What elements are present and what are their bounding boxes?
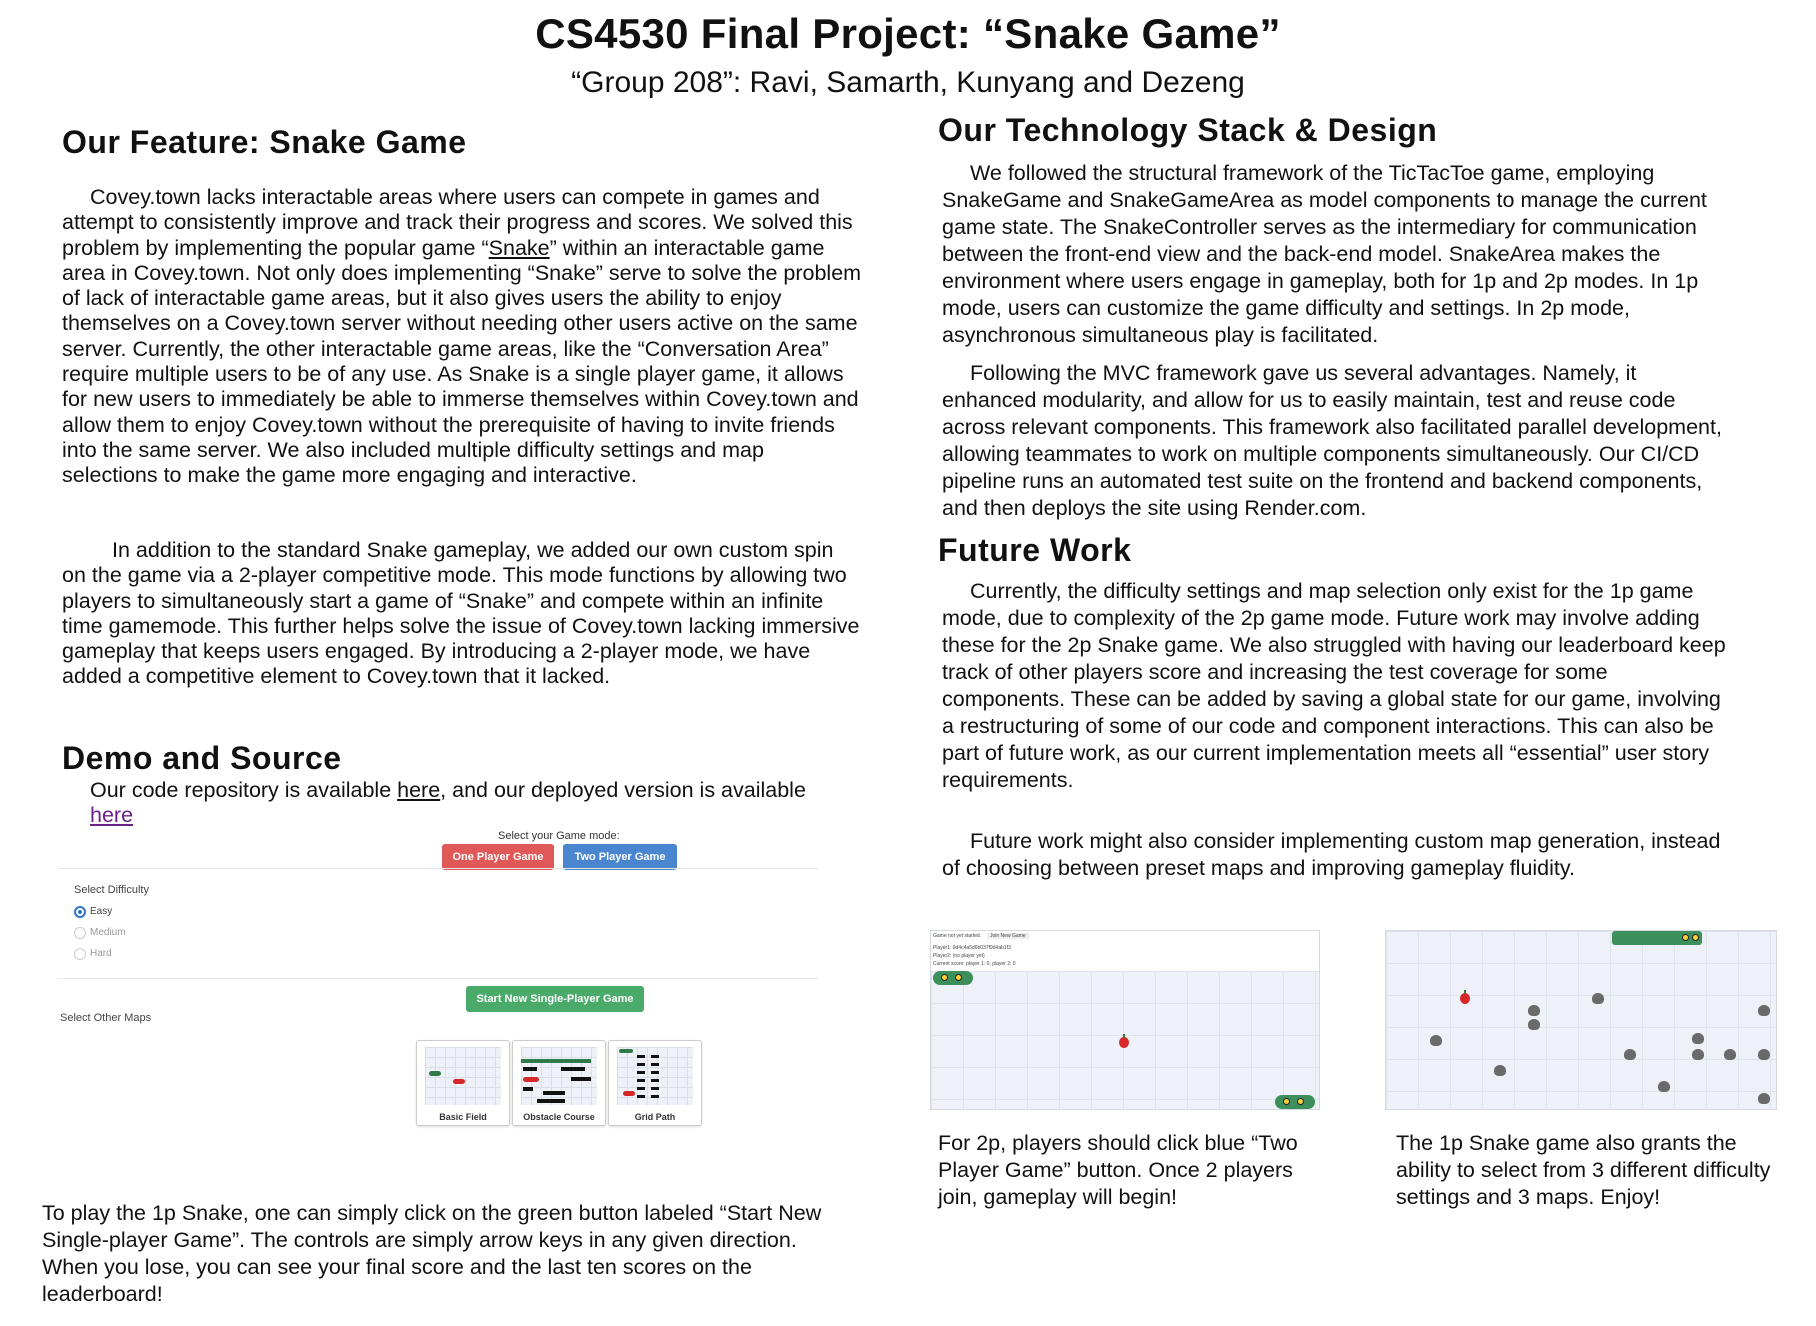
- map-label: Basic Field: [439, 1112, 487, 1122]
- two-player-caption: For 2p, players should click blue “Two P…: [938, 1131, 1298, 1209]
- divider: [58, 868, 818, 869]
- rock-icon: [1624, 1049, 1636, 1060]
- difficulty-medium-label: Medium: [90, 927, 126, 938]
- map-obstacle-course[interactable]: Obstacle Course: [512, 1040, 606, 1126]
- demo-heading: Demo and Source: [62, 740, 342, 776]
- game-status-text: Game not yet started.: [933, 933, 982, 939]
- map-grid-path[interactable]: Grid Path: [608, 1040, 702, 1126]
- snake-link[interactable]: Snake: [489, 236, 550, 260]
- map-label: Obstacle Course: [523, 1112, 595, 1122]
- game-board: [931, 971, 1319, 1109]
- game-mode-label: Select your Game mode:: [498, 830, 620, 842]
- rock-icon: [1528, 1005, 1540, 1016]
- apple-icon: [1119, 1034, 1129, 1048]
- rock-icon: [1692, 1033, 1704, 1044]
- feature-heading: Our Feature: Snake Game: [62, 124, 467, 160]
- bottom-left-paragraph: To play the 1p Snake, one can simply cli…: [42, 1201, 822, 1306]
- game-setup-screenshot: Select your Game mode: One Player Game T…: [58, 822, 818, 1142]
- feature-paragraph-2: In addition to the standard Snake gamepl…: [62, 538, 860, 689]
- one-player-caption: The 1p Snake game also grants the abilit…: [1396, 1131, 1771, 1209]
- difficulty-hard-label: Hard: [90, 948, 112, 959]
- player1-text: Player1: 9d4c4a5d6b037f9d4ab1f3: [933, 945, 1011, 951]
- rock-icon: [1758, 1049, 1770, 1060]
- rock-icon: [1592, 993, 1604, 1004]
- rock-icon: [1430, 1035, 1442, 1046]
- rock-icon: [1692, 1049, 1704, 1060]
- rock-icon: [1758, 1093, 1770, 1104]
- difficulty-easy-radio[interactable]: [74, 906, 86, 918]
- rock-icon: [1724, 1049, 1736, 1060]
- feature-paragraph-1: Covey.town lacks interactable areas wher…: [62, 185, 862, 488]
- map-thumbnail: [617, 1047, 693, 1105]
- map-basic-field[interactable]: Basic Field: [416, 1040, 510, 1126]
- map-thumbnail: [521, 1047, 597, 1105]
- rock-icon: [1658, 1081, 1670, 1092]
- select-maps-label: Select Other Maps: [60, 1012, 152, 1024]
- future-paragraph-2: Future work might also consider implemen…: [942, 829, 1721, 880]
- rock-icon: [1528, 1019, 1540, 1030]
- future-heading: Future Work: [938, 532, 1132, 568]
- poster-title: CS4530 Final Project: “Snake Game”: [535, 10, 1281, 57]
- map-thumbnail: [425, 1047, 501, 1105]
- rock-icon: [1494, 1065, 1506, 1076]
- apple-icon: [1460, 990, 1470, 1004]
- rock-icon: [1758, 1005, 1770, 1016]
- player2-text: Player2: (no player yet): [933, 953, 985, 959]
- one-player-game-button[interactable]: One Player Game: [442, 844, 554, 870]
- repo-link[interactable]: here: [397, 778, 440, 802]
- tech-paragraph-2: Following the MVC framework gave us seve…: [942, 361, 1722, 520]
- join-new-game-button[interactable]: Join New Game: [987, 933, 1029, 939]
- two-player-game-button[interactable]: Two Player Game: [563, 844, 677, 870]
- tech-paragraph-1: We followed the structural framework of …: [942, 161, 1707, 347]
- start-single-player-button[interactable]: Start New Single-Player Game: [466, 986, 644, 1012]
- select-difficulty-label: Select Difficulty: [74, 884, 149, 896]
- difficulty-medium-radio[interactable]: [74, 927, 86, 939]
- snake: [1612, 931, 1702, 945]
- future-paragraph-1: Currently, the difficulty settings and m…: [942, 579, 1726, 792]
- difficulty-hard-radio[interactable]: [74, 948, 86, 960]
- poster-subtitle: “Group 208”: Ravi, Samarth, Kunyang and …: [571, 66, 1245, 99]
- snake-player1: [933, 971, 973, 985]
- tech-heading: Our Technology Stack & Design: [938, 112, 1438, 148]
- demo-paragraph: Our code repository is available here, a…: [90, 778, 806, 828]
- divider: [58, 978, 818, 979]
- score-text: Current score: player 1: 0, player 2: 0: [933, 961, 1016, 967]
- two-player-game-screenshot: Game not yet started. Join New Game Play…: [930, 930, 1320, 1110]
- difficulty-easy-label: Easy: [90, 906, 113, 917]
- one-player-game-screenshot: [1385, 930, 1777, 1110]
- snake-player2: [1275, 1095, 1315, 1109]
- map-label: Grid Path: [634, 1112, 676, 1122]
